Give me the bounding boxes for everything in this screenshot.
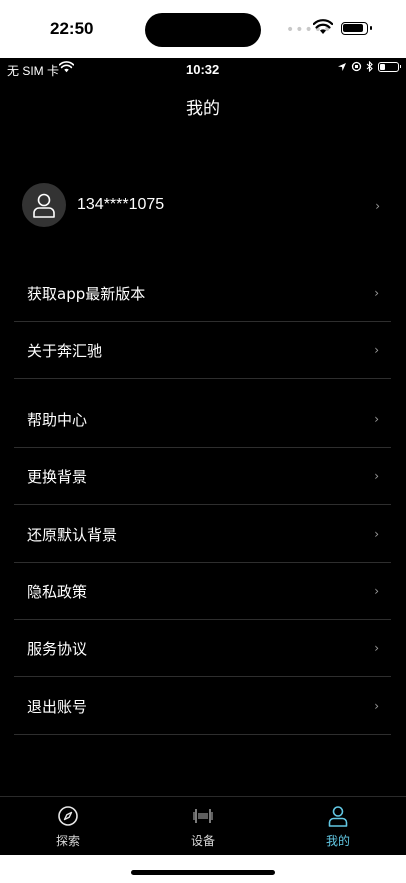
chevron-right-icon: › — [374, 699, 379, 713]
tab-bar: 探索 设备 我的 — [0, 796, 406, 855]
menu-item-restore-default-background[interactable]: 还原默认背景 › — [14, 506, 391, 563]
battery-icon — [341, 22, 372, 35]
compass-icon — [58, 806, 78, 826]
tab-label: 探索 — [55, 834, 80, 848]
app-screen: 无 SIM 卡 10:32 我的 134****1075 › 获取app最新版本… — [0, 58, 406, 855]
menu-item-label: 关于奔汇驰 — [27, 342, 103, 360]
chevron-right-icon: › — [374, 412, 379, 426]
chevron-right-icon: › — [374, 343, 379, 357]
user-phone-number: 134****1075 — [77, 196, 165, 213]
dynamic-island — [145, 13, 261, 47]
carrier-label: 无 SIM 卡 — [7, 64, 60, 78]
person-icon — [33, 193, 55, 218]
profile-row[interactable]: 134****1075 › — [0, 181, 406, 233]
chevron-right-icon: › — [374, 527, 379, 541]
tab-me[interactable]: 我的 — [298, 805, 378, 849]
app-status-time: 10:32 — [186, 62, 220, 77]
menu-item-label: 还原默认背景 — [27, 526, 118, 544]
page-title: 我的 — [186, 99, 220, 119]
person-icon — [328, 806, 348, 827]
chevron-right-icon: › — [374, 641, 379, 655]
menu-item-about[interactable]: 关于奔汇驰 › — [14, 322, 391, 379]
battery-icon — [378, 61, 401, 72]
location-icon — [338, 62, 346, 71]
device-time: 22:50 — [50, 19, 94, 38]
menu-item-privacy-policy[interactable]: 隐私政策 › — [14, 563, 391, 620]
menu-item-label: 获取app最新版本 — [27, 285, 146, 303]
bluetooth-icon — [366, 61, 373, 72]
menu-item-get-latest-version[interactable]: 获取app最新版本 › — [14, 265, 391, 322]
menu-item-label: 隐私政策 — [27, 583, 88, 601]
menu-item-change-background[interactable]: 更换背景 › — [14, 448, 391, 505]
menu-item-help-center[interactable]: 帮助中心 › — [14, 391, 391, 448]
chevron-right-icon: › — [375, 199, 380, 213]
tab-devices[interactable]: 设备 — [163, 805, 243, 849]
device-icon — [193, 809, 213, 823]
status-icons — [337, 61, 401, 72]
wifi-icon — [59, 61, 74, 73]
app-status-bar: 无 SIM 卡 10:32 — [0, 58, 406, 80]
home-indicator[interactable] — [131, 870, 275, 875]
tab-explore[interactable]: 探索 — [28, 805, 108, 849]
menu-item-label: 退出账号 — [27, 698, 88, 716]
menu-item-service-agreement[interactable]: 服务协议 › — [14, 620, 391, 677]
chevron-right-icon: › — [374, 584, 379, 598]
menu-item-logout[interactable]: 退出账号 › — [14, 678, 391, 735]
tab-label: 设备 — [190, 834, 215, 848]
tab-label: 我的 — [325, 834, 350, 848]
chevron-right-icon: › — [374, 286, 379, 300]
wifi-icon — [313, 19, 333, 34]
avatar[interactable] — [22, 183, 66, 227]
device-status-bar: 22:50 ••••• — [0, 0, 406, 58]
chevron-right-icon: › — [374, 469, 379, 483]
menu-item-label: 更换背景 — [27, 468, 88, 486]
menu-item-label: 帮助中心 — [27, 411, 88, 429]
menu-item-label: 服务协议 — [27, 640, 88, 658]
orientation-lock-icon — [351, 61, 362, 72]
